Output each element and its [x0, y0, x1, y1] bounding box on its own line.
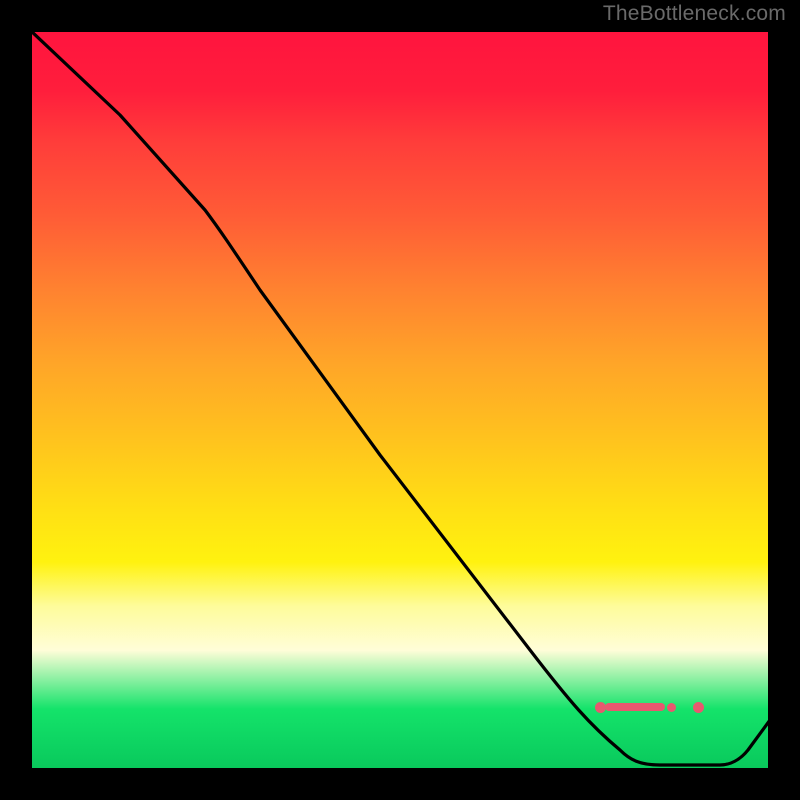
marker-bar [605, 703, 665, 711]
marker-dot-mid [667, 703, 676, 712]
chart-plot-area [30, 30, 770, 770]
optimal-range-marker [595, 700, 710, 714]
marker-dot-end [693, 702, 704, 713]
watermark-text: TheBottleneck.com [603, 2, 786, 26]
